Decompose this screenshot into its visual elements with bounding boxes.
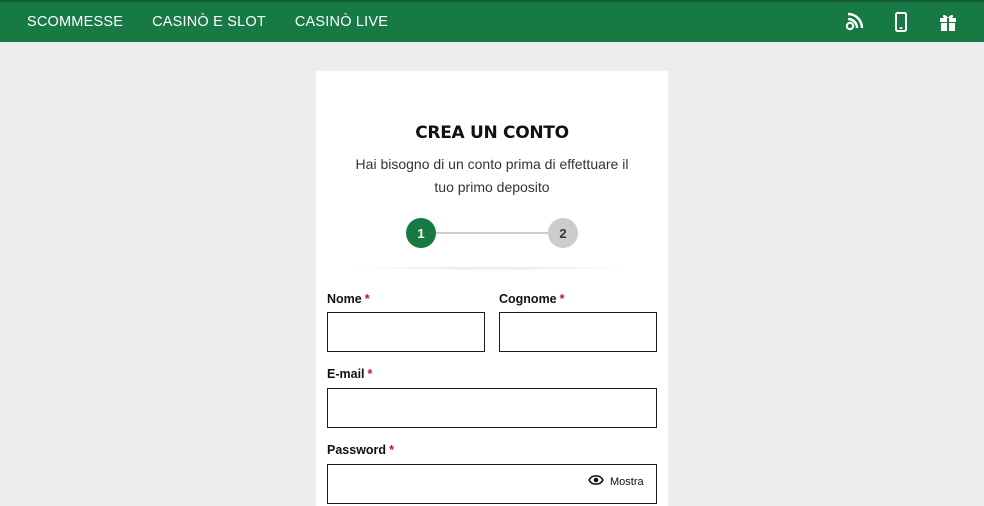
top-icons (817, 12, 958, 32)
last-name-label: Cognome * (499, 292, 565, 306)
password-label: Password * (327, 443, 394, 457)
email-field[interactable] (327, 388, 657, 428)
page-title: CREA UN CONTO (415, 123, 569, 143)
main-nav: SCOMMESSE CASINÒ E SLOT CASINÒ LIVE (27, 14, 417, 30)
first-name-field[interactable] (327, 312, 485, 352)
progress-stepper: 1 2 (406, 218, 578, 248)
signup-card: CREA UN CONTO Hai bisogno di un conto pr… (316, 71, 668, 506)
top-navigation-bar: SCOMMESSE CASINÒ E SLOT CASINÒ LIVE (0, 0, 984, 42)
gift-icon[interactable] (938, 12, 958, 32)
stepper-connector (434, 232, 550, 234)
required-marker: * (559, 292, 565, 306)
first-name-label: Nome * (327, 292, 370, 306)
required-marker: * (389, 443, 394, 457)
required-marker: * (367, 367, 373, 381)
nav-item-scommesse[interactable]: SCOMMESSE (27, 14, 123, 30)
step-1-indicator: 1 (406, 218, 436, 248)
email-label: E-mail * (327, 367, 373, 381)
eye-icon (588, 474, 604, 489)
required-marker: * (364, 292, 370, 306)
step-2-indicator: 2 (548, 218, 578, 248)
page-subtitle: Hai bisogno di un conto prima di effettu… (355, 156, 629, 195)
section-divider (346, 267, 638, 271)
nav-item-casino-live[interactable]: CASINÒ LIVE (295, 14, 388, 30)
last-name-field[interactable] (499, 312, 657, 352)
rss-icon[interactable] (844, 12, 864, 32)
mobile-phone-icon[interactable] (891, 12, 911, 32)
show-password-label: Mostra (610, 475, 644, 488)
nav-item-casino-e-slot[interactable]: CASINÒ E SLOT (152, 14, 266, 30)
show-password-toggle[interactable]: Mostra (588, 474, 644, 489)
